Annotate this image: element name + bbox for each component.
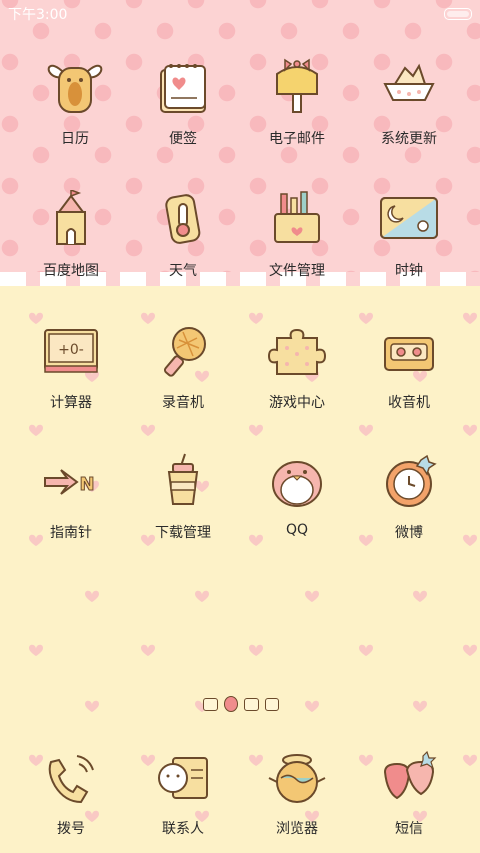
app-clock[interactable]: 时钟 <box>354 190 464 280</box>
app-label: 短信 <box>395 821 423 837</box>
app-download-manager[interactable]: 下载管理 <box>128 452 238 542</box>
app-label: 微博 <box>395 525 423 541</box>
globe-pot-icon <box>268 754 326 803</box>
app-label: 联系人 <box>162 821 204 837</box>
app-label: 时钟 <box>395 263 423 279</box>
app-label: 电子邮件 <box>269 131 325 147</box>
app-label: 便签 <box>169 131 197 147</box>
app-notes[interactable]: 便签 <box>128 54 238 148</box>
page-dot[interactable] <box>244 697 259 711</box>
paper-boat-icon <box>383 63 435 101</box>
app-calendar[interactable]: 日历 <box>20 54 130 148</box>
moon-sun-icon <box>380 197 438 239</box>
app-qq[interactable]: QQ <box>242 452 352 538</box>
page-dot[interactable] <box>203 697 218 711</box>
app-label: 录音机 <box>162 395 204 411</box>
app-label: 天气 <box>169 263 197 279</box>
app-compass[interactable]: N 指南针 <box>16 452 126 542</box>
app-label: 下载管理 <box>155 525 211 541</box>
drink-cup-icon <box>167 453 199 505</box>
app-label: 系统更新 <box>381 131 437 147</box>
app-baidu-map[interactable]: 百度地图 <box>16 190 126 280</box>
cassette-icon <box>384 337 434 371</box>
compass-arrow-icon: N <box>44 469 95 496</box>
app-weibo[interactable]: 微博 <box>354 452 464 542</box>
castle-icon <box>56 190 86 245</box>
app-label: 收音机 <box>388 395 430 411</box>
contact-card-icon <box>158 757 208 799</box>
battery-icon <box>444 8 472 20</box>
app-label: QQ <box>285 522 309 538</box>
pencil-box-icon <box>274 191 320 243</box>
app-browser[interactable]: 浏览器 <box>242 748 352 838</box>
puzzle-icon <box>267 328 327 375</box>
clock-ring-icon <box>386 454 437 507</box>
strawberry-icon <box>383 750 437 800</box>
app-label: 游戏中心 <box>269 395 325 411</box>
app-recorder[interactable]: 录音机 <box>128 322 238 412</box>
app-label: 拨号 <box>57 821 85 837</box>
app-contacts[interactable]: 联系人 <box>128 748 238 838</box>
page-dot-current[interactable] <box>223 696 238 712</box>
app-calculator[interactable]: +0- 计算器 <box>16 322 126 412</box>
phone-handset-icon <box>48 755 94 804</box>
page-dot[interactable] <box>264 697 279 711</box>
app-label: 指南针 <box>50 525 92 541</box>
app-file-manager[interactable]: 文件管理 <box>242 190 352 280</box>
status-time: 下午3:00 <box>8 7 68 23</box>
mailbox-icon <box>276 58 318 113</box>
app-email[interactable]: 电子邮件 <box>242 54 352 148</box>
app-label: 日历 <box>61 131 89 147</box>
app-label: 浏览器 <box>276 821 318 837</box>
app-weather[interactable]: 天气 <box>128 190 238 280</box>
svg-text:+0-: +0- <box>58 342 84 358</box>
app-label: 百度地图 <box>43 263 99 279</box>
svg-text:N: N <box>79 474 94 495</box>
app-radio[interactable]: 收音机 <box>354 322 464 412</box>
app-label: 计算器 <box>50 395 92 411</box>
calendar-winged-icon <box>47 64 103 113</box>
penguin-icon <box>272 461 322 507</box>
notepad-icon <box>160 64 206 113</box>
thermometer-icon <box>165 194 201 244</box>
app-label: 文件管理 <box>269 263 325 279</box>
app-messages[interactable]: 短信 <box>354 748 464 838</box>
page-indicator[interactable] <box>203 694 279 714</box>
microphone-icon <box>163 327 206 377</box>
calculator-icon: +0- <box>44 329 98 373</box>
app-game-center[interactable]: 游戏中心 <box>242 322 352 412</box>
app-dialer[interactable]: 拨号 <box>16 748 126 838</box>
app-system-update[interactable]: 系统更新 <box>354 54 464 148</box>
